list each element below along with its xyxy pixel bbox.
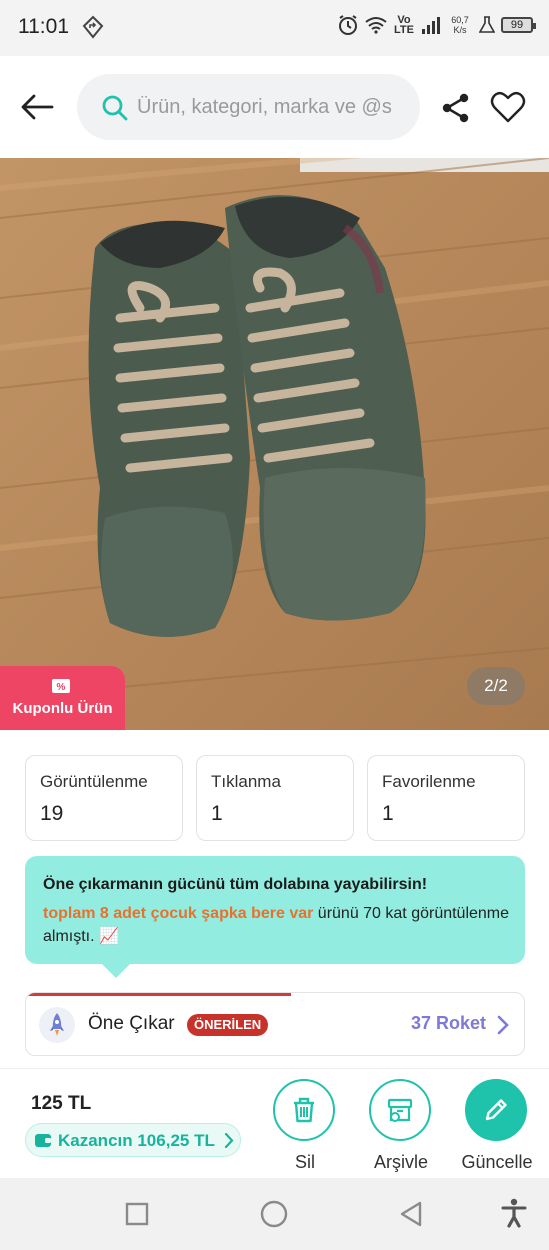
- stat-label: Favorilenme: [382, 772, 476, 791]
- archive-circle: [369, 1079, 431, 1141]
- home-icon[interactable]: [260, 1200, 288, 1228]
- boost-progress-line: [26, 993, 291, 996]
- product-price: 125 TL: [31, 1093, 92, 1114]
- update-label: Güncelle: [461, 1152, 533, 1172]
- heart-icon[interactable]: [490, 90, 526, 124]
- recommended-badge: ÖNERİLEN: [187, 1014, 269, 1036]
- wifi-icon: [365, 17, 387, 34]
- speed-value: 60,7: [451, 15, 469, 25]
- coupon-badge: % Kuponlu Ürün: [0, 666, 125, 730]
- tip-title: Öne çıkarmanın gücünü tüm dolabına yayab…: [43, 876, 428, 893]
- product-photo[interactable]: 2/2: [0, 158, 549, 730]
- boost-row[interactable]: Öne Çıkar ÖNERİLEN 37 Roket: [25, 992, 525, 1056]
- flask-icon: [479, 16, 495, 33]
- stat-value: 1: [382, 802, 394, 825]
- signal-icon: [422, 17, 440, 34]
- archive-icon: [387, 1098, 413, 1122]
- shoe-photo: [0, 158, 549, 730]
- back-icon[interactable]: [398, 1200, 424, 1228]
- stat-clicks: Tıklanma 1: [196, 755, 354, 841]
- earning-label: Kazancın 106,25 TL: [58, 1131, 215, 1150]
- archive-button[interactable]: Arşivle: [361, 1079, 441, 1172]
- delete-button[interactable]: Sil: [265, 1079, 345, 1172]
- status-bar: 11:01 Vo LTE 60,7 K/s 99: [0, 0, 549, 56]
- rocket-icon: [39, 1007, 75, 1043]
- earning-button[interactable]: Kazancın 106,25 TL: [25, 1123, 241, 1157]
- chevron-right-icon: [497, 1015, 509, 1035]
- search-input[interactable]: [137, 86, 407, 128]
- speed-unit: K/s: [453, 25, 467, 35]
- archive-label: Arşivle: [373, 1152, 428, 1172]
- bottom-action-bar: 125 TL Kazancın 106,25 TL Sil Arşivle Gü…: [0, 1068, 549, 1178]
- network-label: Vo LTE: [394, 14, 414, 36]
- boost-title: Öne Çıkar: [88, 1013, 175, 1034]
- trash-icon: [294, 1097, 314, 1123]
- status-time: 11:01: [18, 15, 69, 38]
- stat-value: 19: [40, 802, 64, 825]
- boost-price: 37 Roket: [411, 1013, 487, 1033]
- stat-label: Tıklanma: [211, 772, 281, 791]
- alarm-icon: [339, 15, 357, 35]
- coupon-icon: %: [52, 679, 70, 693]
- stat-views: Görüntülenme 19: [25, 755, 183, 841]
- coupon-label: Kuponlu Ürün: [12, 700, 113, 717]
- image-page-indicator: 2/2: [467, 667, 525, 705]
- recent-apps-icon[interactable]: [125, 1202, 149, 1226]
- navigation-icon: [82, 15, 104, 39]
- search-bar[interactable]: [77, 74, 420, 140]
- header: [0, 56, 549, 158]
- delete-label: Sil: [294, 1152, 315, 1172]
- update-circle: [465, 1079, 527, 1141]
- accessibility-icon[interactable]: [500, 1198, 528, 1228]
- lte-indicator: Vo LTE: [393, 14, 415, 36]
- tip-body: toplam 8 adet çocuk şapka bere var ürünü…: [43, 902, 513, 948]
- wallet-icon: [35, 1134, 51, 1147]
- chevron-right-icon: [224, 1133, 234, 1148]
- tip-highlight: toplam 8 adet çocuk şapka bere var: [43, 905, 314, 922]
- stat-value: 1: [211, 802, 223, 825]
- promo-tip: Öne çıkarmanın gücünü tüm dolabına yayab…: [25, 856, 525, 964]
- pencil-icon: [485, 1099, 507, 1121]
- stat-label: Görüntülenme: [40, 772, 148, 791]
- update-button[interactable]: Güncelle: [457, 1079, 537, 1172]
- share-icon[interactable]: [440, 92, 472, 124]
- svg-text:%: %: [57, 682, 66, 693]
- back-arrow-icon[interactable]: [18, 90, 58, 124]
- delete-circle: [273, 1079, 335, 1141]
- search-icon: [102, 95, 128, 121]
- stat-favorites: Favorilenme 1: [367, 755, 525, 841]
- battery-icon: 99: [501, 17, 536, 33]
- tip-pointer: [100, 962, 132, 978]
- network-speed: 60,7 K/s: [447, 15, 473, 35]
- system-navigation-bar: [0, 1178, 549, 1250]
